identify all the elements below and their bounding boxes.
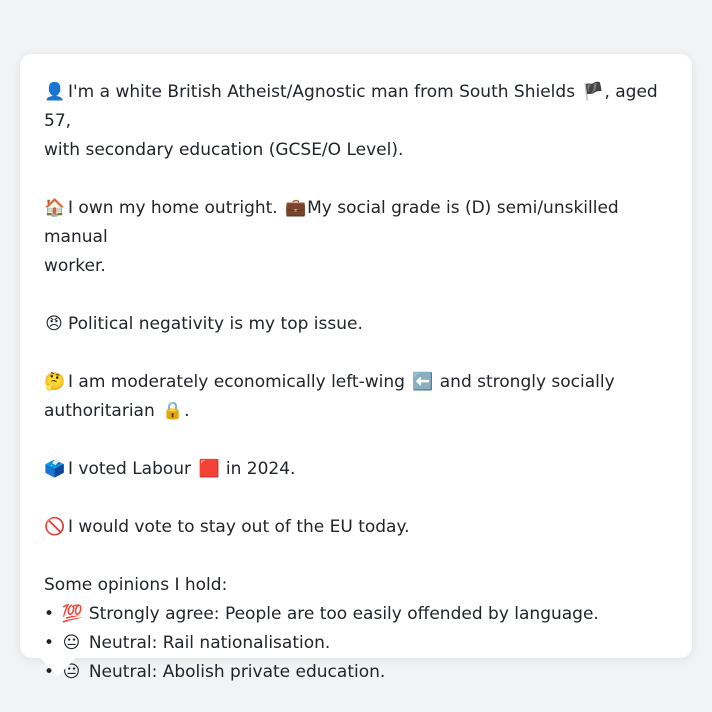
- opinions-paragraph: Some opinions I hold: • 💯 Strongly agree…: [44, 571, 668, 687]
- identity-line-1: 👤 I'm a white British Atheist/Agnostic ma…: [44, 78, 668, 136]
- ideology-paragraph: 🤔 I am moderately economically left-wing …: [44, 368, 668, 426]
- ballot-box-icon: 🗳️: [44, 459, 66, 479]
- house-icon: 🏠: [44, 198, 66, 218]
- profile-card: 👤 I'm a white British Atheist/Agnostic ma…: [20, 54, 692, 682]
- speech-bubble-tail: [38, 656, 78, 676]
- eu-paragraph: 🚫 I would vote to stay out of the EU toda…: [44, 513, 668, 542]
- opinion-item: • 💯 Strongly agree: People are too easil…: [44, 600, 668, 629]
- eu-text: I would vote to stay out of the EU today…: [68, 517, 410, 537]
- neutral-face-icon: 😐: [62, 633, 81, 653]
- home-line-1: 🏠 I own my home outright. 💼My social grad…: [44, 194, 668, 252]
- vote-paragraph: 🗳️ I voted Labour 🟥 in 2024.: [44, 455, 668, 484]
- opinion-item: • 😐 Neutral: Rail nationalisation.: [44, 629, 668, 658]
- ideology-line-2: authoritarian 🔒.: [44, 397, 668, 426]
- england-flag-icon: 🏴: [582, 82, 604, 102]
- opinion-text: Strongly agree: People are too easily of…: [88, 604, 599, 624]
- opinions-heading: Some opinions I hold:: [44, 575, 228, 595]
- opinion-item: • 😐 Neutral: Abolish private education.: [44, 658, 668, 687]
- hundred-points-icon: 💯: [61, 604, 83, 624]
- prohibited-icon: 🚫: [44, 517, 66, 537]
- opinion-text: Neutral: Abolish private education.: [88, 662, 386, 682]
- period-text: .: [184, 401, 190, 421]
- identity-text: I'm a white British Atheist/Agnostic man…: [68, 82, 576, 102]
- bullet: •: [44, 604, 55, 624]
- economic-text: I am moderately economically left-wing: [68, 372, 405, 392]
- thinking-face-icon: 🤔: [44, 372, 66, 392]
- education-text: with secondary education (GCSE/O Level).: [44, 140, 404, 160]
- top-issue-text: Political negativity is my top issue.: [68, 314, 363, 334]
- authoritarian-text: authoritarian: [44, 401, 155, 421]
- ideology-line-1: 🤔 I am moderately economically left-wing …: [44, 368, 668, 397]
- home-paragraph: 🏠 I own my home outright. 💼My social grad…: [44, 194, 668, 281]
- bullet: •: [44, 633, 55, 653]
- briefcase-icon: 💼: [285, 198, 307, 218]
- red-square-icon: 🟥: [198, 459, 220, 479]
- social-grade-text-cont: worker.: [44, 256, 106, 276]
- person-icon: 👤: [44, 82, 66, 102]
- vote-year-text: in 2024.: [225, 459, 296, 479]
- lock-icon: 🔒: [162, 401, 184, 421]
- left-arrow-icon: ⬅️: [412, 372, 434, 392]
- opinion-text: Neutral: Rail nationalisation.: [88, 633, 331, 653]
- angry-face-icon: 😠: [45, 314, 63, 334]
- social-text: and strongly socially: [439, 372, 615, 392]
- identity-paragraph: 👤 I'm a white British Atheist/Agnostic ma…: [44, 78, 668, 165]
- vote-text: I voted Labour: [68, 459, 192, 479]
- issue-paragraph: 😠 Political negativity is my top issue.: [44, 310, 668, 339]
- home-text: I own my home outright.: [68, 198, 278, 218]
